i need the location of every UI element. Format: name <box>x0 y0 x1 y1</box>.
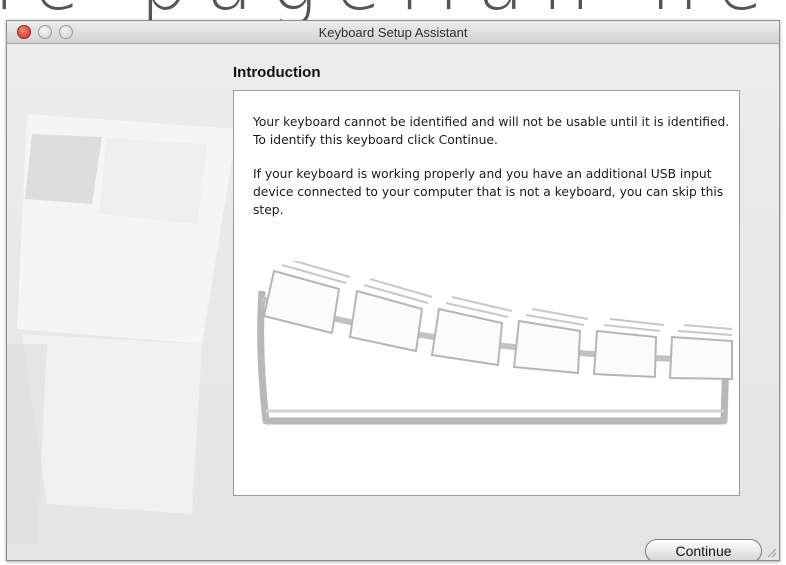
window-content: Introduction Your keyboard cannot be ide… <box>7 44 779 560</box>
keyboard-keys-illustration <box>257 261 733 425</box>
resize-grip-icon[interactable] <box>765 546 777 558</box>
background-caption-text: ie pagelian new Dreed <box>0 0 786 20</box>
section-heading: Introduction <box>233 64 321 81</box>
title-bar[interactable]: Keyboard Setup Assistant <box>7 21 779 44</box>
window-title: Keyboard Setup Assistant <box>318 25 468 40</box>
intro-paragraph: Your keyboard cannot be identified and w… <box>253 115 730 147</box>
background-caption-fragment: ie pagelian new Dreed <box>0 0 786 20</box>
continue-button[interactable]: Continue <box>645 539 762 560</box>
skip-paragraph: If your keyboard is working properly and… <box>253 167 724 217</box>
assistant-window: Keyboard Setup Assistant Introduction Yo… <box>6 20 780 561</box>
content-panel: Your keyboard cannot be identified and w… <box>233 90 740 496</box>
keyboard-watermark-icon <box>7 114 237 544</box>
